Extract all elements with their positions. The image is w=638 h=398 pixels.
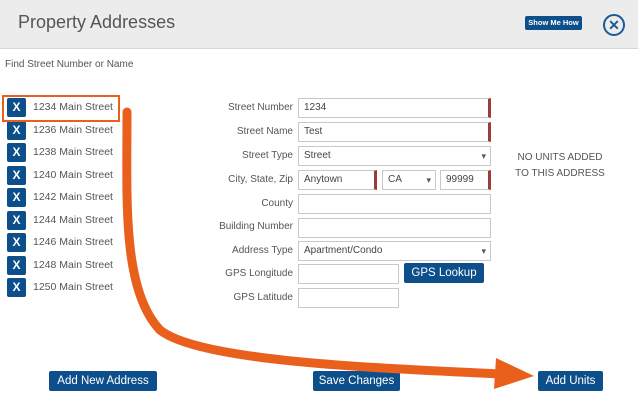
annotation-arrow	[122, 107, 534, 389]
annotation-arrow-shaft	[122, 107, 505, 379]
annotation-arrow-head	[494, 358, 534, 389]
